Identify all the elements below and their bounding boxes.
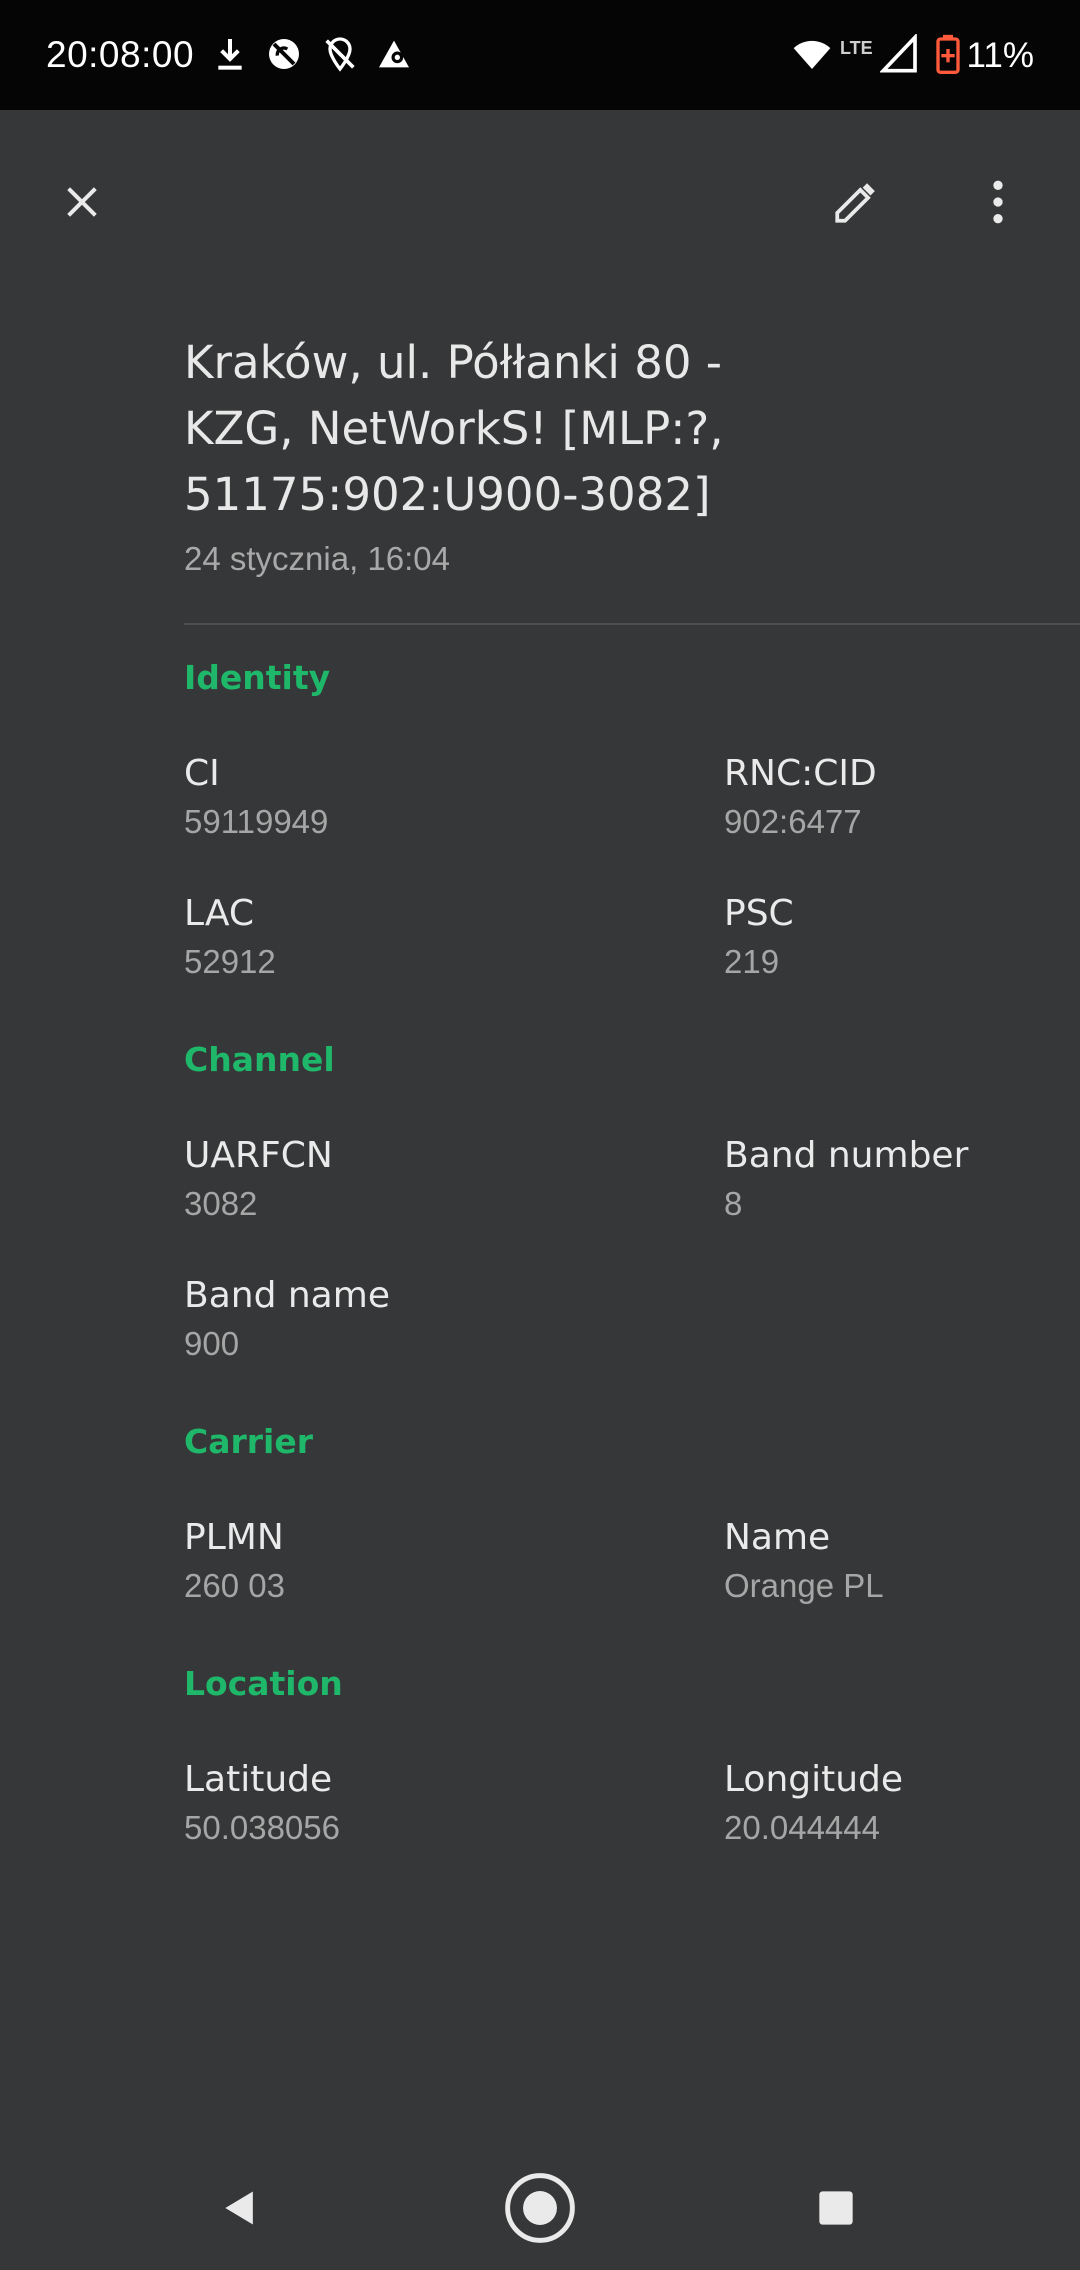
field-latitude: Latitude 50.038056 <box>184 1756 340 1850</box>
field-lac: LAC 52912 <box>184 890 276 984</box>
field-value: 900 <box>184 1325 240 1362</box>
pencil-icon <box>835 183 875 223</box>
close-icon <box>67 187 97 217</box>
field-label: Name <box>724 1517 831 1558</box>
battery-icon <box>936 34 960 74</box>
download-icon <box>218 39 242 70</box>
cellular-app-icon <box>379 40 409 68</box>
status-bar: 20:08:00 LTE 11% <box>0 0 1080 110</box>
field-label: CI <box>184 753 220 794</box>
location-off-icon <box>325 37 355 72</box>
cell-date: 24 stycznia, 16:04 <box>184 540 450 577</box>
field-label: UARFCN <box>184 1135 333 1176</box>
field-psc: PSC 219 <box>724 890 794 984</box>
battery-percent: 11% <box>966 36 1034 75</box>
status-time: 20:08:00 <box>46 34 195 75</box>
field-plmn: PLMN 260 03 <box>184 1514 285 1608</box>
field-value: 59119949 <box>184 803 329 840</box>
nav-home-button[interactable] <box>500 2168 580 2248</box>
field-longitude: Longitude 20.044444 <box>724 1756 903 1850</box>
field-value: 8 <box>724 1185 743 1222</box>
network-type-label: LTE <box>840 38 873 58</box>
title-line: 51175:902:U900-3082] <box>184 468 711 521</box>
no-sync-icon <box>269 39 299 69</box>
field-value: 902:6477 <box>724 803 862 840</box>
field-label: LAC <box>184 893 255 934</box>
signal-icon <box>880 34 917 73</box>
field-label: Band name <box>184 1275 390 1316</box>
field-carrier-name: Name Orange PL <box>724 1514 884 1608</box>
field-value: 20.044444 <box>724 1809 880 1846</box>
recents-icon <box>819 2191 853 2225</box>
title-line: Kraków, ul. Półłanki 80 - <box>184 336 723 389</box>
field-value: 50.038056 <box>184 1809 340 1846</box>
section-location-title: Location <box>184 1664 343 1703</box>
field-label: RNC:CID <box>724 753 877 794</box>
field-value: 260 03 <box>184 1567 285 1604</box>
field-value: 52912 <box>184 943 276 980</box>
section-channel-title: Channel <box>184 1040 335 1079</box>
edit-button[interactable] <box>816 162 896 242</box>
field-rnc-cid: RNC:CID 902:6477 <box>724 750 877 844</box>
field-band-number: Band number 8 <box>724 1132 968 1226</box>
field-value: 219 <box>724 943 780 980</box>
nav-back-button[interactable] <box>200 2168 280 2248</box>
field-label: Latitude <box>184 1759 333 1800</box>
header-divider <box>184 623 1080 625</box>
nav-recents-button[interactable] <box>796 2168 876 2248</box>
title-line: KZG, NetWorkS! [MLP:?, <box>184 402 724 455</box>
field-value: 3082 <box>184 1185 258 1222</box>
home-icon <box>505 2173 575 2243</box>
section-carrier-title: Carrier <box>184 1422 314 1461</box>
field-value: Orange PL <box>724 1567 884 1604</box>
back-icon <box>225 2191 253 2225</box>
more-options-button[interactable] <box>958 162 1038 242</box>
cell-details-screen: 20:08:00 LTE 11% Kraków, ul. Półłanki 80… <box>0 0 1080 2270</box>
field-label: PSC <box>724 893 794 934</box>
field-label: PLMN <box>184 1517 284 1558</box>
field-label: Band number <box>724 1135 969 1176</box>
more-vert-icon <box>993 180 1003 224</box>
field-ci: CI 59119949 <box>184 750 328 844</box>
field-label: Longitude <box>724 1759 904 1800</box>
wifi-icon <box>793 40 831 69</box>
field-band-name: Band name 900 <box>184 1272 390 1366</box>
section-identity-title: Identity <box>184 658 331 697</box>
cell-title: Kraków, ul. Półłanki 80 - KZG, NetWorkS!… <box>184 330 784 528</box>
field-uarfcn: UARFCN 3082 <box>184 1132 333 1226</box>
close-button[interactable] <box>42 162 122 242</box>
